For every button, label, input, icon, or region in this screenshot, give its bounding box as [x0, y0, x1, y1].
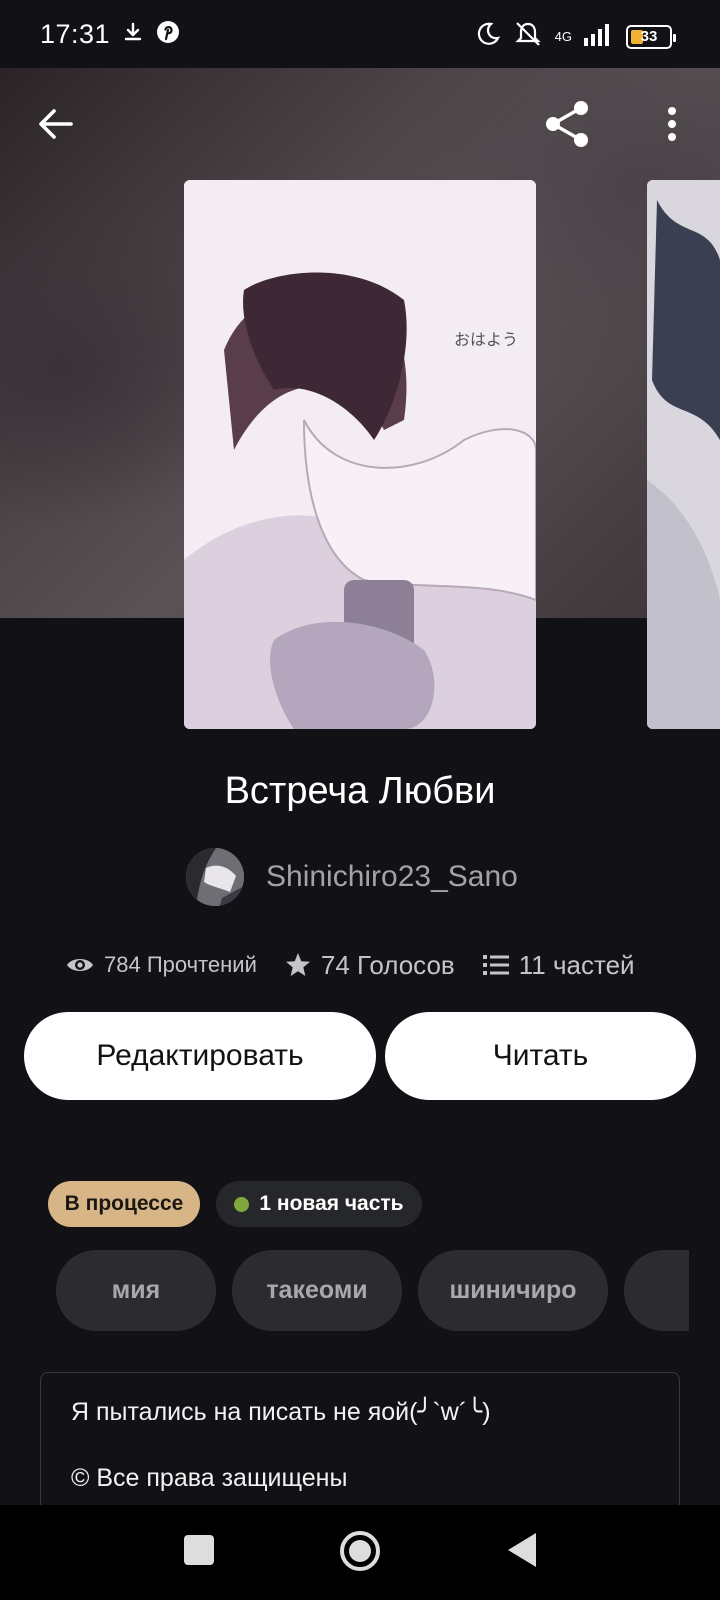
- status-time: 17:31: [40, 18, 111, 49]
- top-app-bar: [0, 68, 720, 180]
- star-icon: [285, 953, 310, 976]
- status-badge: В процессе: [48, 1181, 200, 1227]
- share-icon: [546, 101, 588, 147]
- next-cover-illustration: [647, 180, 720, 729]
- system-back-button[interactable]: [508, 1533, 536, 1567]
- more-vertical-icon: [668, 107, 676, 141]
- cover-illustration: おはよう: [184, 180, 536, 729]
- tags-list: мия такеоми шиничиро: [56, 1250, 689, 1331]
- new-part-badge: 1 новая часть: [216, 1181, 422, 1227]
- parts-stat: 11 частей: [482, 949, 635, 981]
- author-avatar[interactable]: [186, 848, 244, 906]
- eye-icon: [67, 959, 93, 971]
- arrow-left-icon: [39, 109, 73, 139]
- votes-stat: 74 Голосов: [285, 950, 455, 981]
- system-nav-bar: [0, 1505, 720, 1600]
- status-bar: 17:31 4G 33: [0, 0, 720, 68]
- mute-icon: [513, 20, 543, 53]
- author-name[interactable]: Shinichiro23_Sano: [266, 860, 518, 894]
- tag-chip[interactable]: мия: [56, 1250, 216, 1331]
- new-indicator-dot: [234, 1196, 250, 1212]
- read-button[interactable]: Читать: [385, 1012, 696, 1100]
- home-icon: [349, 1540, 371, 1562]
- tag-chip[interactable]: такеоми: [232, 1250, 402, 1331]
- votes-count: 74 Голосов: [320, 949, 455, 980]
- story-stats: 784 Прочтений 74 Голосов 11 частей: [66, 945, 635, 985]
- moon-icon: [475, 21, 501, 52]
- tag-chip-partial[interactable]: [624, 1250, 689, 1331]
- battery-icon: 33: [626, 24, 676, 49]
- next-book-cover[interactable]: [647, 180, 720, 729]
- svg-text:おはよう: おはよう: [454, 330, 518, 349]
- battery-level: 33: [640, 28, 658, 45]
- copyright-text: © Все права защищены: [71, 1464, 348, 1492]
- tag-chip[interactable]: шиничиро: [418, 1250, 608, 1331]
- pinterest-icon: [156, 20, 180, 49]
- share-button[interactable]: [538, 94, 598, 154]
- edit-button[interactable]: Редактировать: [24, 1012, 376, 1100]
- book-cover[interactable]: おはよう: [184, 180, 536, 729]
- story-title: Встреча Любви: [224, 770, 496, 812]
- reads-count: 784 Прочтений: [104, 952, 257, 977]
- download-icon: [122, 21, 144, 48]
- reads-stat: 784 Прочтений: [66, 952, 257, 978]
- signal-icon: [584, 22, 614, 51]
- description-box: Я пытались на писать не яой(╯`w´╰) © Все…: [40, 1372, 680, 1512]
- parts-count: 11 частей: [518, 949, 635, 980]
- network-type: 4G: [554, 29, 572, 44]
- more-options-button[interactable]: [654, 96, 690, 152]
- author-row[interactable]: Shinichiro23_Sano: [186, 848, 518, 906]
- new-part-label: 1 новая часть: [259, 1192, 404, 1215]
- home-button[interactable]: [340, 1531, 380, 1571]
- recents-button[interactable]: [184, 1535, 214, 1565]
- description-text: Я пытались на писать не яой(╯`w´╰): [71, 1398, 491, 1426]
- back-button[interactable]: [28, 96, 84, 152]
- avatar-image: [186, 848, 244, 906]
- list-icon: [482, 955, 509, 975]
